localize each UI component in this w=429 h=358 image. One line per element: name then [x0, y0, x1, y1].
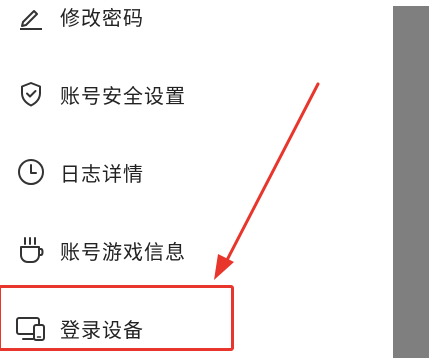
clock-icon — [15, 156, 47, 188]
side-panel — [393, 6, 429, 358]
pencil-icon — [15, 0, 47, 32]
menu-item-label: 日志详情 — [60, 161, 144, 186]
menu-item-label: 账号游戏信息 — [60, 239, 186, 264]
menu-item-change-password[interactable]: 修改密码 — [0, 0, 236, 36]
highlight-box — [0, 285, 234, 351]
shield-check-icon — [15, 78, 47, 110]
menu-item-game-info[interactable]: 账号游戏信息 — [0, 230, 236, 270]
menu-item-label: 账号安全设置 — [60, 83, 186, 108]
screen: 修改密码 账号安全设置 日志详情 账号游戏信息 登录设备 — [0, 0, 429, 358]
menu-item-log-details[interactable]: 日志详情 — [0, 152, 236, 192]
menu-item-label: 修改密码 — [60, 5, 144, 30]
cup-icon — [15, 234, 47, 266]
menu-item-account-security[interactable]: 账号安全设置 — [0, 74, 236, 114]
